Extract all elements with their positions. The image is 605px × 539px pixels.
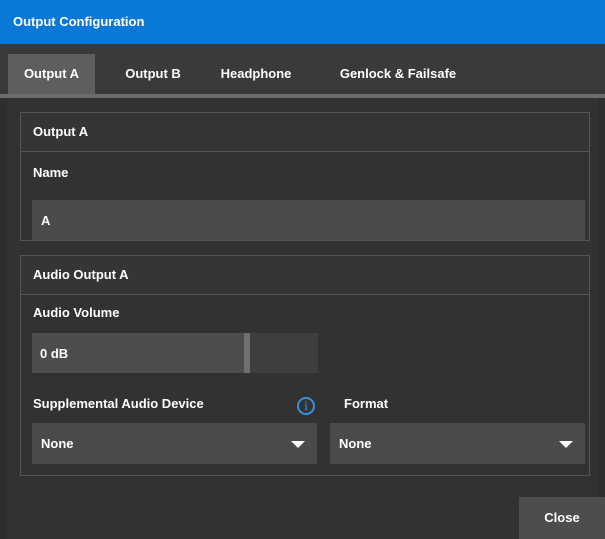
name-label: Name [33,165,69,180]
output-group: Output A Name [20,112,590,241]
format-value: None [339,436,372,451]
format-label: Format [344,396,389,411]
window-title: Output Configuration [0,0,605,44]
tab-headphone[interactable]: Headphone [208,54,304,94]
output-configuration-window: Output Configuration Output A Output B H… [0,0,605,539]
tab-bar: Output A Output B Headphone Genlock & Fa… [0,44,605,98]
supplemental-audio-device-label: Supplemental Audio Device [33,396,204,411]
format-select[interactable]: None [330,423,585,464]
tab-output-b[interactable]: Output B [112,54,194,94]
supplemental-audio-device-value: None [41,436,74,451]
tab-output-a[interactable]: Output A [8,54,95,94]
audio-group-title: Audio Output A [21,256,589,295]
tab-content: Output A Name Audio Output A Audio Volum… [7,98,598,539]
audio-volume-handle[interactable] [244,333,250,373]
chevron-down-icon [291,440,305,448]
info-icon[interactable]: i [297,397,315,415]
tab-genlock-failsafe[interactable]: Genlock & Failsafe [324,54,472,94]
supplemental-audio-device-select[interactable]: None [32,423,317,464]
audio-volume-slider[interactable]: 0 dB [32,333,318,373]
audio-volume-value: 0 dB [40,345,69,361]
audio-output-group: Audio Output A Audio Volume 0 dB Supplem… [20,255,590,476]
close-button[interactable]: Close [519,497,605,539]
output-group-title: Output A [21,113,589,152]
audio-volume-label: Audio Volume [33,305,120,320]
chevron-down-icon [559,440,573,448]
name-input[interactable] [32,200,585,240]
